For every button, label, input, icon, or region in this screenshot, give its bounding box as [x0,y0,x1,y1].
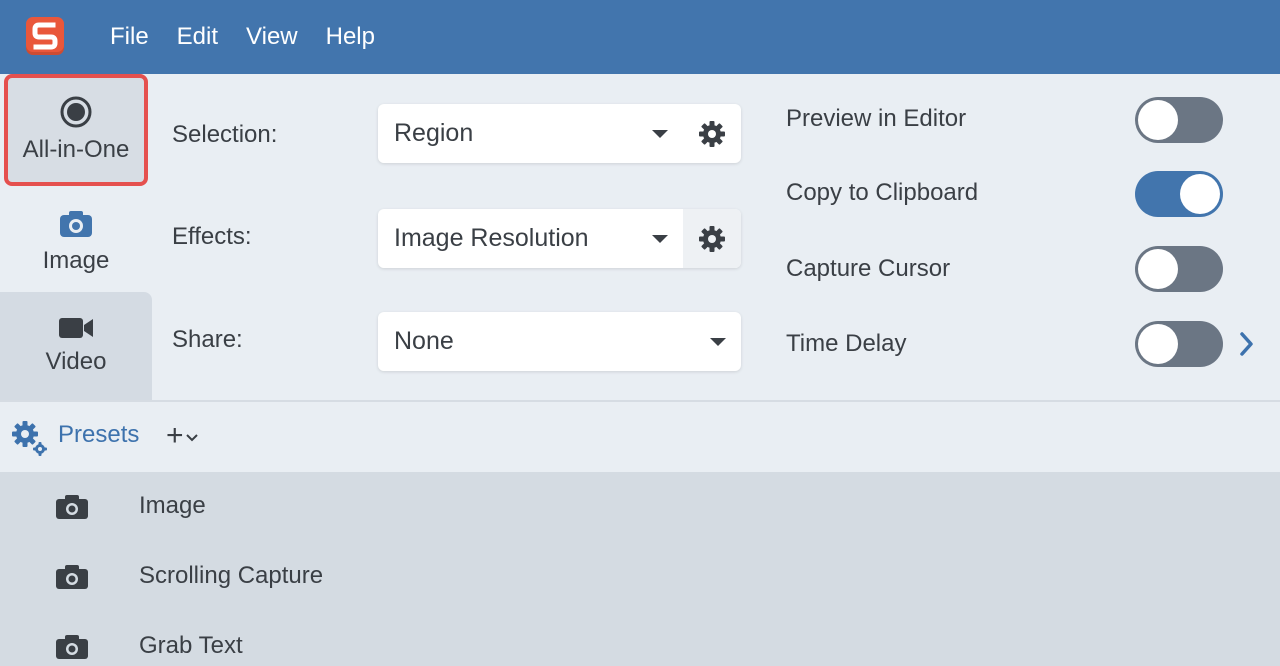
copy-to-clipboard-label: Copy to Clipboard [786,179,979,206]
camera-icon [58,209,94,239]
tab-all-in-one[interactable]: All-in-One [4,74,148,186]
preset-item-grab-text[interactable]: Grab Text [0,612,1280,666]
chevron-down-icon [185,434,198,442]
add-preset-button[interactable]: + [166,419,198,452]
copy-to-clipboard-toggle[interactable] [1135,171,1223,217]
preset-item-scrolling-capture[interactable]: Scrolling Capture [0,542,1280,612]
presets-bar: Presets + [0,402,1280,472]
preset-name: Image [139,492,206,519]
preview-in-editor-label: Preview in Editor [786,105,967,132]
record-icon [60,96,92,128]
camera-icon [55,634,89,665]
selection-value: Region [394,119,474,147]
chevron-down-icon [710,338,726,346]
plus-icon: + [166,419,184,452]
toggle-knob [1180,174,1220,214]
chevron-down-icon [652,130,668,138]
toggle-knob [1138,100,1178,140]
selection-label: Selection: [172,121,278,148]
chevron-right-icon [1240,332,1253,356]
video-camera-icon [58,316,94,340]
effects-dropdown[interactable]: Image Resolution [378,209,741,268]
presets-gear-icon[interactable] [10,419,50,462]
share-label: Share: [172,326,243,353]
selection-settings-button[interactable] [683,104,741,163]
effects-label: Effects: [172,223,252,250]
menu-file[interactable]: File [96,23,163,51]
share-value: None [394,327,454,355]
capture-cursor-label: Capture Cursor [786,255,951,282]
tab-all-in-one-label: All-in-One [22,136,130,163]
menu-edit[interactable]: Edit [163,23,232,51]
tab-video[interactable]: Video [0,292,152,400]
menu-bar: File Edit View Help [0,0,1280,74]
camera-icon [55,494,89,525]
menu-view[interactable]: View [232,23,312,51]
camera-icon [55,564,89,595]
time-delay-expand-button[interactable] [1238,330,1256,363]
gear-icon [699,225,725,252]
tab-image[interactable]: Image [0,194,152,290]
share-dropdown[interactable]: None [378,312,741,371]
toggle-knob [1138,249,1178,289]
capture-mode-tabs: All-in-One Image Video [0,74,152,400]
effects-settings-button[interactable] [683,209,741,268]
toggle-knob [1138,324,1178,364]
selection-dropdown[interactable]: Region [378,104,741,163]
preset-list: Image Scrolling Capture Grab Text [0,472,1280,666]
preset-name: Scrolling Capture [139,562,324,589]
chevron-down-icon [652,235,668,243]
time-delay-label: Time Delay [786,330,907,357]
preset-item-image[interactable]: Image [0,472,1280,542]
gear-icon [699,120,725,147]
presets-label[interactable]: Presets [58,421,139,449]
tab-image-label: Image [42,247,110,274]
capture-cursor-toggle[interactable] [1135,246,1223,292]
effects-value: Image Resolution [394,224,589,252]
tab-video-label: Video [45,348,107,375]
time-delay-toggle[interactable] [1135,321,1223,367]
menu-items: File Edit View Help [96,0,389,74]
preview-in-editor-toggle[interactable] [1135,97,1223,143]
app-logo [26,17,64,55]
preset-name: Grab Text [139,632,243,659]
menu-help[interactable]: Help [312,23,389,51]
snagit-s-icon [32,22,58,50]
